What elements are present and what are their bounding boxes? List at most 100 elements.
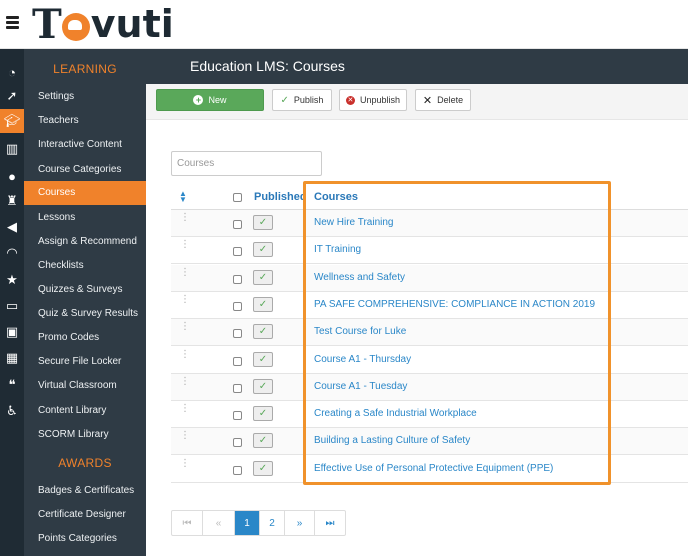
sidebar-item-lessons[interactable]: Lessons [24,206,146,230]
sidebar-item-interactive-content[interactable]: Interactive Content [24,133,146,157]
drag-handle-icon[interactable]: ⋮ [180,349,190,359]
course-title-link[interactable]: PA SAFE COMPREHENSIVE: COMPLIANCE IN ACT… [314,299,595,310]
published-toggle[interactable]: ✓ [253,460,273,476]
star-icon[interactable]: ★ [0,268,24,292]
icon-rail: ◔ ➚ 🎓︎ ▥ ● ♜ ◀ ◠ ★ ▭ ▣ ▦ ❝ ♿︎ [0,49,24,556]
course-title-link[interactable]: Effective Use of Personal Protective Equ… [314,463,553,474]
last-page-icon[interactable]: ⏭︎ [315,511,345,535]
course-search-input[interactable] [171,151,322,176]
next-page-icon[interactable]: » [285,511,315,535]
table-row: ⋮ ✓ Wellness and Safety [171,264,688,292]
new-button[interactable]: + New [156,89,264,111]
badge-icon[interactable]: ▣ [0,320,24,344]
sidebar-item-assign-recommend[interactable]: Assign & Recommend [24,230,146,254]
tovuti-logo[interactable]: T vuti [32,1,174,48]
row-checkbox[interactable] [233,247,242,257]
course-title-link[interactable]: Course A1 - Thursday [314,354,411,365]
drag-handle-icon[interactable]: ⋮ [180,240,190,250]
table-row: ⋮ ✓ Course A1 - Tuesday [171,373,688,401]
published-toggle[interactable]: ✓ [253,242,273,258]
page-1-button[interactable]: 1 [235,511,260,535]
published-toggle[interactable]: ✓ [253,215,273,230]
course-title-link[interactable]: New Hire Training [314,217,393,228]
sidebar-item-scorm-library[interactable]: SCORM Library [24,423,146,447]
page-2-button[interactable]: 2 [260,511,285,535]
drag-handle-icon[interactable]: ⋮ [180,294,190,304]
signal-icon[interactable]: ◠ [0,241,24,265]
drag-handle-icon[interactable]: ⋮ [180,458,190,468]
prev-page-icon[interactable]: « [203,511,235,535]
sidebar-item-checklists[interactable]: Checklists [24,254,146,278]
bar-chart-icon[interactable]: ▥ [0,137,24,161]
first-page-icon[interactable]: ⏮︎ [172,511,203,535]
sidebar-item-virtual-classroom[interactable]: Virtual Classroom [24,374,146,398]
row-checkbox[interactable] [233,411,242,421]
drag-handle-icon[interactable]: ⋮ [180,213,190,223]
row-checkbox[interactable] [233,383,242,393]
credit-card-icon[interactable]: ▭ [0,294,24,318]
sidebar-item-quiz-survey-results[interactable]: Quiz & Survey Results [24,302,146,326]
dashboard-icon[interactable]: ◔ [0,60,24,84]
sidebar-item-secure-file-locker[interactable]: Secure File Locker [24,350,146,374]
course-title-link[interactable]: IT Training [314,244,361,255]
sidebar-item-teachers[interactable]: Teachers [24,109,146,133]
course-title-link[interactable]: Building a Lasting Culture of Safety [314,435,470,446]
drag-handle-icon[interactable]: ⋮ [180,267,190,277]
sidebar-item-courses[interactable]: Courses [24,181,146,205]
column-header-published[interactable]: Published [254,191,307,203]
trophy-icon[interactable]: ♜ [0,189,24,213]
select-all-checkbox[interactable] [233,193,242,202]
accessibility-icon[interactable]: ♿︎ [0,399,24,423]
logo-elephant-icon [61,13,90,41]
sort-icon[interactable]: ▲ ▼ [179,190,187,204]
published-toggle[interactable]: ✓ [253,378,273,394]
sidebar-item-course-categories[interactable]: Course Categories [24,158,146,182]
sidebar-item-settings[interactable]: Settings [24,85,146,109]
course-title-link[interactable]: Wellness and Safety [314,272,405,283]
row-checkbox[interactable] [233,274,242,284]
published-toggle[interactable]: ✓ [253,433,273,449]
sidebar-item-badges-certificates[interactable]: Badges & Certificates [24,479,146,503]
published-toggle[interactable]: ✓ [253,351,273,367]
row-checkbox[interactable] [233,356,242,366]
sidebar-item-quizzes-surveys[interactable]: Quizzes & Surveys [24,278,146,302]
drag-handle-icon[interactable]: ⋮ [180,376,190,386]
users-icon[interactable]: ● [0,164,24,188]
graduation-cap-icon[interactable]: 🎓︎ [0,109,24,133]
published-check-icon: ✓ [258,326,268,338]
row-checkbox[interactable] [233,465,242,475]
published-toggle[interactable]: ✓ [253,324,273,340]
published-toggle[interactable]: ✓ [253,296,273,312]
column-header-courses[interactable]: Courses [314,191,358,203]
row-checkbox[interactable] [233,220,242,229]
sidebar-item-certificate-designer[interactable]: Certificate Designer [24,503,146,527]
published-toggle[interactable]: ✓ [253,406,273,422]
chat-icon[interactable]: ❝ [0,373,24,397]
hamburger-menu-icon[interactable] [6,16,19,29]
row-checkbox[interactable] [233,329,242,339]
publish-button[interactable]: ✓ Publish [272,89,332,111]
calendar-icon[interactable]: ▦ [0,346,24,370]
course-title-link[interactable]: Creating a Safe Industrial Workplace [314,408,477,419]
published-check-icon: ✓ [258,271,268,283]
drag-handle-icon[interactable]: ⋮ [180,404,190,414]
drag-handle-icon[interactable]: ⋮ [180,322,190,332]
sidebar-item-content-library[interactable]: Content Library [24,399,146,423]
course-title-link[interactable]: Course A1 - Tuesday [314,381,407,392]
delete-button[interactable]: ✕ Delete [415,89,471,111]
published-toggle[interactable]: ✓ [253,269,273,285]
row-checkbox[interactable] [233,301,242,311]
published-check-icon: ✓ [258,408,268,420]
table-row: ⋮ ✓ Effective Use of Personal Protective E… [171,455,688,483]
drag-handle-icon[interactable]: ⋮ [180,431,190,441]
megaphone-icon[interactable]: ◀ [0,215,24,239]
logo-wordmark: vuti [90,2,174,46]
rocket-icon[interactable]: ➚ [0,84,24,108]
course-title-link[interactable]: Test Course for Luke [314,326,406,337]
row-checkbox[interactable] [233,438,242,448]
table-header: ▲ ▼ Published Courses [171,184,688,210]
table-row: ⋮ ✓ IT Training [171,237,688,265]
sidebar-item-promo-codes[interactable]: Promo Codes [24,326,146,350]
unpublish-button[interactable]: ✕ Unpublish [339,89,407,111]
sidebar-item-points-categories[interactable]: Points Categories [24,527,146,551]
